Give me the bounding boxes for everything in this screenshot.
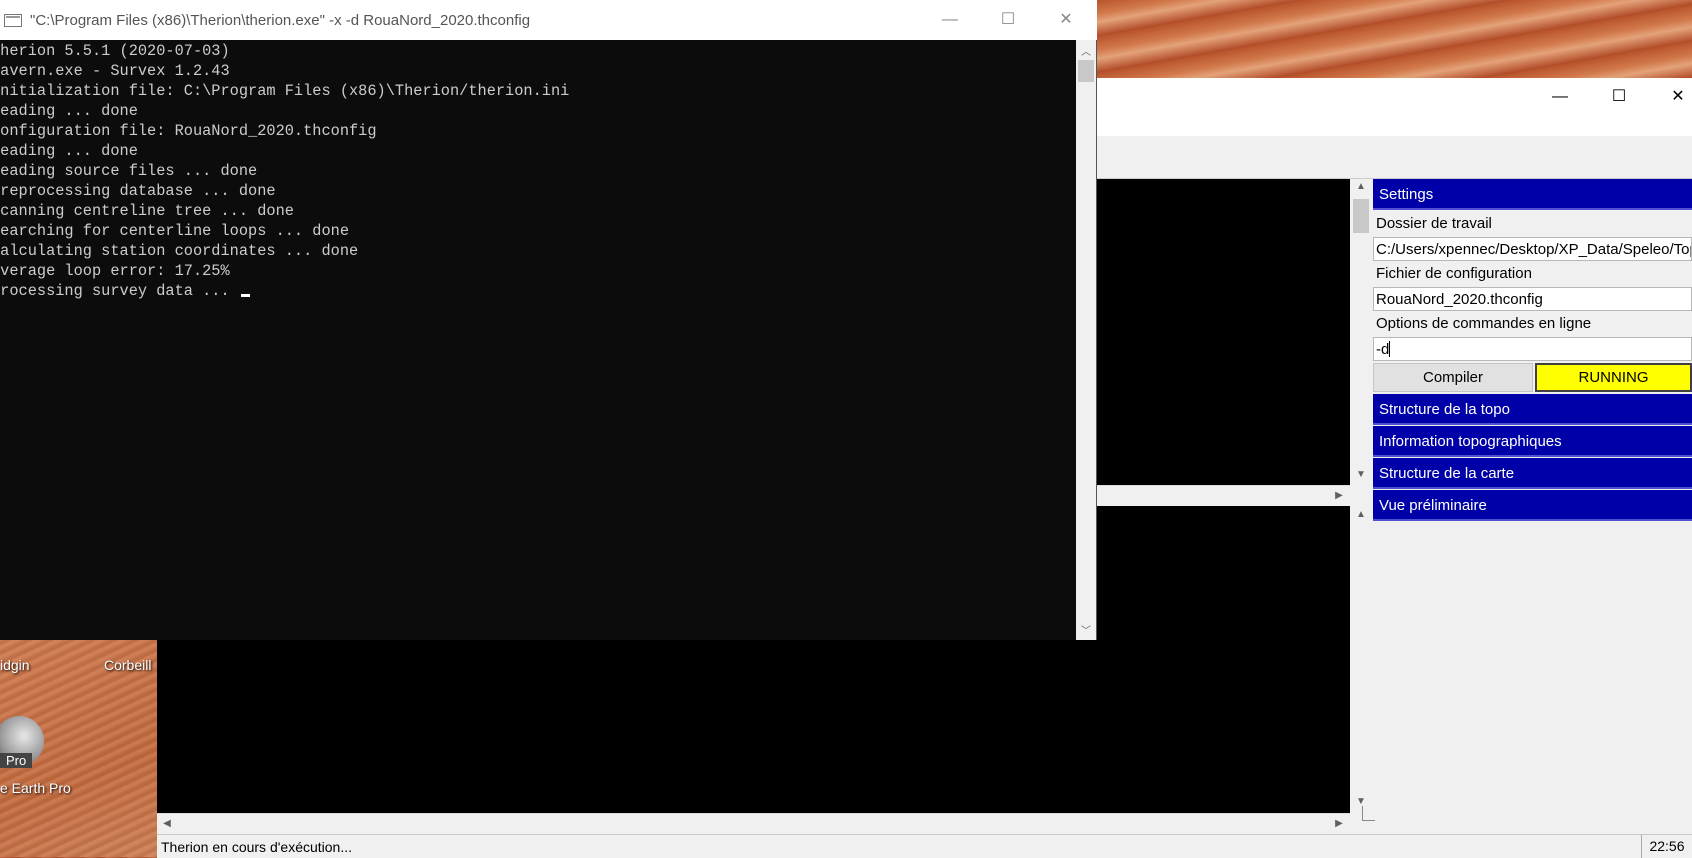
main-title-bar: — ☐ ✕ [1097,78,1692,116]
console-line: therion 5.5.1 (2020-07-03) [0,42,230,60]
scroll-left-arrow-icon[interactable]: ◀ [159,818,175,829]
status-text: Therion en cours d'exécution... [161,839,353,855]
console-cursor [240,294,250,297]
console-title: "C:\Program Files (x86)\Therion\therion.… [30,12,531,29]
section-survey-info[interactable]: Information topographiques [1373,426,1692,457]
console-line: configuration file: RouaNord_2020.thconf… [0,122,377,140]
console-line: preprocessing database ... done [0,182,276,200]
options-field[interactable]: -d [1373,337,1692,361]
console-line: searching for centerline loops ... done [0,222,350,240]
console-minimize-button[interactable]: — [927,5,973,35]
console-app-icon [4,14,22,27]
console-output[interactable]: therion 5.5.1 (2020-07-03) cavern.exe - S… [0,40,1075,640]
resize-grip[interactable] [1362,806,1375,821]
console-line: scanning centreline tree ... done [0,202,294,220]
map-canvas-top-hscroll[interactable]: ▶ [1097,485,1350,506]
working-dir-field[interactable]: C:/Users/xpennec/Desktop/XP_Data/Speleo/… [1373,237,1692,261]
main-menu-bar [1097,116,1692,136]
text-caret [1389,341,1391,357]
console-scroll-thumb[interactable] [1078,60,1094,82]
main-minimize-button[interactable]: — [1537,82,1583,112]
google-earth-pro-tag: Pro [0,753,33,768]
map-canvas-top-vscroll[interactable]: ▲ ▼ [1350,179,1372,485]
desktop-wallpaper [1097,0,1692,78]
settings-header[interactable]: Settings [1373,179,1692,210]
console-line: reading ... done [0,102,138,120]
preview-canvas-vscroll[interactable]: ▲ ▼ [1350,506,1372,813]
preview-canvas-hscroll[interactable]: ◀ ▶ [157,813,1350,834]
console-line: average loop error: 17.25% [0,262,230,280]
desktop-icon-google-earth-label[interactable]: e Earth Pro [0,780,71,796]
console-title-bar[interactable]: "C:\Program Files (x86)\Therion\therion.… [0,0,1097,40]
section-map-structure[interactable]: Structure de la carte [1373,458,1692,489]
options-value: -d [1376,341,1390,358]
desktop-icon-recycle-bin-label[interactable]: Corbeill [104,657,151,673]
config-file-field[interactable]: RouaNord_2020.thconfig [1373,287,1692,311]
main-maximize-button[interactable]: ☐ [1596,82,1642,112]
section-preview[interactable]: Vue préliminaire [1373,490,1692,521]
console-lines: therion 5.5.1 (2020-07-03) cavern.exe - S… [0,41,569,301]
desktop-icon-pidgin-label[interactable]: idgin [0,657,30,673]
config-file-label: Fichier de configuration [1373,261,1692,286]
console-vscroll[interactable]: ︿ ﹀ [1076,40,1096,640]
status-bar: Therion en cours d'exécution... 22:56 [157,834,1692,858]
scroll-up-arrow-icon[interactable]: ▲ [1353,181,1369,192]
map-canvas-top[interactable] [1097,179,1350,485]
main-close-button[interactable]: ✕ [1655,82,1692,112]
console-maximize-button[interactable]: ☐ [985,5,1031,35]
console-line: reading ... done [0,142,138,160]
clock: 22:56 [1641,835,1692,858]
console-line: cavern.exe - Survex 1.2.43 [0,62,230,80]
console-line: processing survey data ... [0,281,569,301]
console-close-button[interactable]: ✕ [1043,5,1089,35]
scroll-down-arrow-icon[interactable]: ▼ [1353,469,1369,480]
compile-button[interactable]: Compiler [1373,363,1533,392]
scroll-thumb[interactable] [1353,199,1369,233]
options-label: Options de commandes en ligne [1373,311,1692,336]
scroll-up-arrow-icon[interactable]: ▲ [1353,509,1369,520]
status-indicator: RUNNING [1535,363,1692,392]
console-line: calculating station coordinates ... done [0,242,359,260]
scroll-right-arrow-icon[interactable]: ▶ [1331,490,1347,501]
main-toolbar [1097,140,1692,179]
working-dir-label: Dossier de travail [1373,211,1692,236]
console-line: initialization file: C:\Program Files (x… [0,82,570,100]
section-survey-structure[interactable]: Structure de la topo [1373,394,1692,425]
console-line: reading source files ... done [0,162,258,180]
scroll-down-arrow-icon[interactable]: ﹀ [1078,622,1094,637]
scroll-up-arrow-icon[interactable]: ︿ [1078,43,1094,58]
scroll-right-arrow-icon[interactable]: ▶ [1331,818,1347,829]
console-window[interactable]: "C:\Program Files (x86)\Therion\therion.… [0,0,1097,640]
